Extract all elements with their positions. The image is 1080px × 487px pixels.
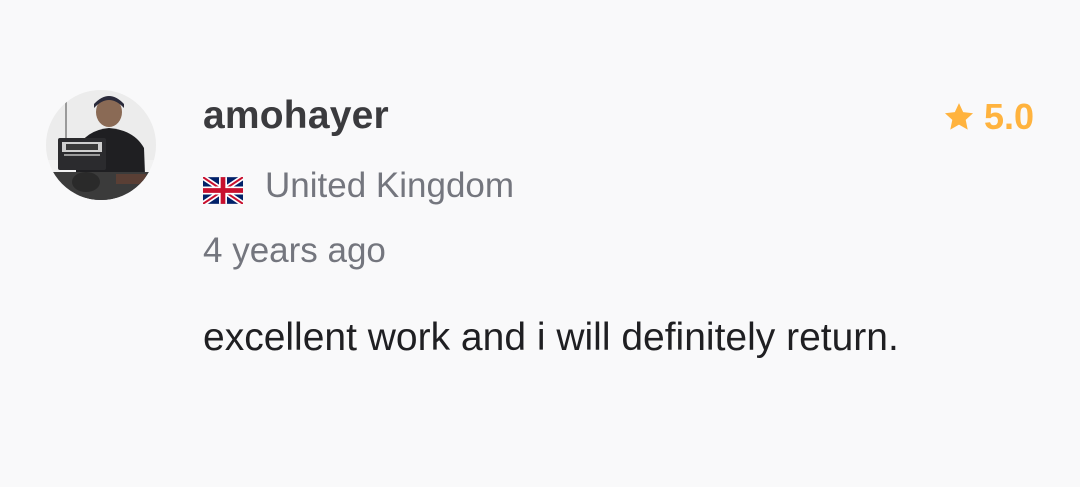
review-text: excellent work and i will definitely ret… — [203, 316, 899, 359]
review-timestamp: 4 years ago — [203, 231, 386, 270]
rating-value: 5.0 — [983, 96, 1034, 137]
rating: 5.0 — [942, 96, 1034, 138]
uk-flag-icon — [201, 173, 245, 206]
review-card: amohayer 5.0 United Kingdom 4 years ago … — [0, 0, 1080, 487]
avatar-photo — [46, 90, 156, 200]
country-name: United Kingdom — [265, 166, 515, 205]
username[interactable]: amohayer — [203, 94, 389, 138]
country: United Kingdom — [201, 166, 515, 206]
star-icon — [942, 100, 976, 134]
avatar[interactable] — [46, 90, 156, 200]
